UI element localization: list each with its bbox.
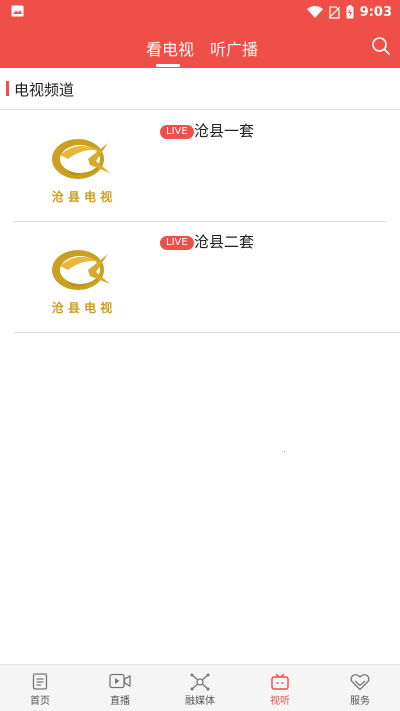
logo-text: 沧 县 电 视 xyxy=(52,300,113,315)
no-sim-icon xyxy=(328,5,340,19)
service-heart-icon xyxy=(350,674,370,691)
bottom-nav: 首页 直播 融媒体 视听 服务 xyxy=(0,664,400,711)
nav-item-home[interactable]: 首页 xyxy=(0,665,80,711)
battery-charging-icon xyxy=(346,5,354,19)
video-icon xyxy=(109,673,131,689)
nav-item-audiovisual[interactable]: 视听 xyxy=(240,665,320,711)
tab-tv[interactable]: 看电视 xyxy=(146,36,194,60)
logo-text: 沧 县 电 视 xyxy=(52,189,113,204)
section-marker xyxy=(6,81,9,96)
nav-item-service[interactable]: 服务 xyxy=(320,665,400,711)
artifact-dot xyxy=(284,451,285,452)
channel-name: 沧县二套 xyxy=(194,233,255,251)
channel-logo: 沧 县 电 视 xyxy=(52,139,113,204)
nav-item-live[interactable]: 直播 xyxy=(80,665,160,711)
channel-logo: 沧 县 电 视 xyxy=(52,250,113,315)
nav-label: 服务 xyxy=(350,696,370,707)
tv-icon xyxy=(271,673,289,690)
nav-item-media[interactable]: 融媒体 xyxy=(160,665,240,711)
channel-item[interactable]: 沧 县 电 视 LIVE 沧县一套 xyxy=(0,111,400,222)
status-bar: 9:03 xyxy=(0,0,400,24)
status-time: 9:03 xyxy=(359,4,392,20)
live-badge: LIVE xyxy=(160,236,194,250)
channel-item[interactable]: 沧 县 电 视 LIVE 沧县二套 xyxy=(0,222,400,333)
divider xyxy=(14,332,400,333)
search-icon[interactable] xyxy=(370,35,392,57)
tab-radio[interactable]: 听广播 xyxy=(210,36,258,60)
home-doc-icon xyxy=(32,673,48,690)
nav-label: 首页 xyxy=(30,696,50,707)
wifi-icon xyxy=(306,5,323,18)
live-badge: LIVE xyxy=(160,125,194,139)
active-tab-indicator xyxy=(156,64,180,67)
header: 看电视 听广播 xyxy=(0,24,400,68)
section-title: 电视频道 xyxy=(14,81,75,99)
nav-label: 直播 xyxy=(110,696,130,707)
channel-name: 沧县一套 xyxy=(194,122,255,140)
section-header: 电视频道 xyxy=(0,68,400,110)
nav-label: 视听 xyxy=(270,696,290,707)
nav-label: 融媒体 xyxy=(185,696,215,707)
gallery-icon xyxy=(11,5,24,17)
media-icon xyxy=(190,673,210,691)
